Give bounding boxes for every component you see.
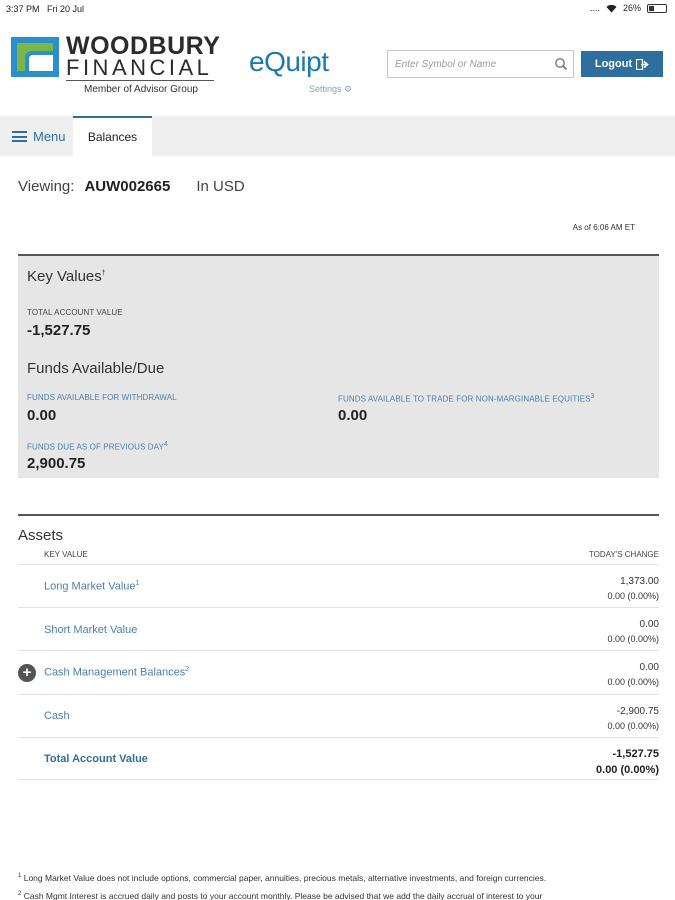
app-title: eQuipt [249, 46, 329, 77]
asset-name[interactable]: Cash [44, 710, 70, 722]
funds-title: Funds Available/Due [27, 360, 165, 377]
col-header-todays-change: TODAY'S CHANGE [588, 550, 659, 559]
funds-trade-value: 0.00 [338, 407, 368, 424]
funds-due-label[interactable]: FUNDS DUE AS OF PREVIOUS DAY4 [27, 441, 168, 452]
battery-percent: 26% [622, 3, 641, 13]
asset-change: 0.00 (0.00%) [607, 634, 659, 644]
logo-text-financial: FINANCIAL [66, 55, 213, 80]
asset-change: 0.00 (0.00%) [607, 591, 659, 601]
logo-subtitle: Member of Advisor Group [84, 84, 198, 95]
asset-name[interactable]: Long Market Value1 [44, 580, 139, 593]
menu-label: Menu [33, 129, 66, 144]
funds-withdrawal-value: 0.00 [27, 407, 57, 424]
logout-icon [636, 58, 649, 70]
viewing-label: Viewing: [18, 178, 75, 195]
asset-row-total-account-value: Total Account Value -1,527.75 0.00 (0.00… [18, 737, 659, 779]
status-time: 3:37 PM Fri 20 Jul [6, 4, 85, 14]
nav-bar: Menu Balances [0, 116, 675, 156]
funds-due-value: 2,900.75 [27, 455, 86, 472]
asset-row-cash: Cash -2,900.75 0.00 (0.00%) [18, 694, 659, 737]
footnote-1: 1 Long Market Value does not include opt… [18, 873, 547, 883]
funds-withdrawal-label[interactable]: FUNDS AVAILABLE FOR WITHDRAWAL [27, 393, 177, 402]
asset-value: 0.00 [639, 619, 659, 630]
app-header: WOODBURY FINANCIAL Member of Advisor Gro… [0, 20, 675, 116]
status-bar: 3:37 PM Fri 20 Jul .... 26% [0, 0, 675, 20]
currency-label: In USD [196, 178, 245, 195]
menu-button[interactable]: Menu [12, 129, 66, 144]
footnote-2: 2 Cash Mgmt Interest is accrued daily an… [18, 891, 543, 900]
as-of-timestamp: As of 6:06 AM ET [572, 223, 635, 232]
logout-button[interactable]: Logout [581, 51, 663, 77]
assets-end-divider [18, 779, 659, 780]
asset-name[interactable]: Short Market Value [44, 624, 137, 636]
asset-row-short-market-value: Short Market Value 0.00 0.00 (0.00%) [18, 607, 659, 650]
asset-value: -1,527.75 [612, 748, 659, 760]
signal-indicator: .... [589, 3, 600, 13]
col-header-key-value: KEY VALUE [44, 550, 88, 559]
search-icon[interactable] [554, 57, 568, 71]
woodbury-logo-icon[interactable] [11, 37, 59, 77]
asset-change: 0.00 (0.00%) [607, 677, 659, 687]
asset-value: 1,373.00 [620, 576, 659, 587]
account-number[interactable]: AUW002665 [84, 178, 170, 195]
assets-title: Assets [18, 527, 64, 544]
symbol-search-input[interactable]: Enter Symbol or Name [387, 50, 574, 78]
battery-icon [647, 3, 667, 13]
asset-change: 0.00 (0.00%) [607, 721, 659, 731]
expand-plus-icon[interactable]: + [18, 664, 36, 682]
total-account-value: -1,527.75 [27, 322, 91, 339]
logo-divider [66, 80, 214, 81]
assets-divider [18, 514, 659, 516]
asset-row-long-market-value: Long Market Value1 1,373.00 0.00 (0.00%) [18, 564, 659, 607]
asset-value: 0.00 [639, 662, 659, 673]
status-right: .... 26% [590, 3, 667, 13]
total-account-value-label: TOTAL ACCOUNT VALUE [27, 308, 123, 317]
asset-value: -2,900.75 [616, 706, 659, 717]
asset-name[interactable]: Cash Management Balances2 [44, 666, 189, 679]
asset-change: 0.00 (0.00%) [596, 764, 659, 776]
settings-gear-icon: ⚙ [344, 84, 353, 94]
asset-row-cash-management: + Cash Management Balances2 0.00 0.00 (0… [18, 650, 659, 694]
key-values-panel: Key Values† TOTAL ACCOUNT VALUE -1,527.7… [18, 254, 659, 478]
hamburger-icon [12, 131, 27, 142]
settings-link[interactable]: Settings ⚙ [309, 84, 352, 95]
viewing-bar: Viewing: AUW002665 In USD [18, 178, 245, 195]
asset-name[interactable]: Total Account Value [44, 753, 148, 765]
key-values-title: Key Values† [27, 268, 106, 285]
funds-trade-label[interactable]: FUNDS AVAILABLE TO TRADE FOR NON-MARGINA… [338, 393, 595, 404]
search-placeholder: Enter Symbol or Name [395, 59, 497, 70]
wifi-icon [606, 4, 617, 12]
tab-balances[interactable]: Balances [73, 116, 152, 156]
